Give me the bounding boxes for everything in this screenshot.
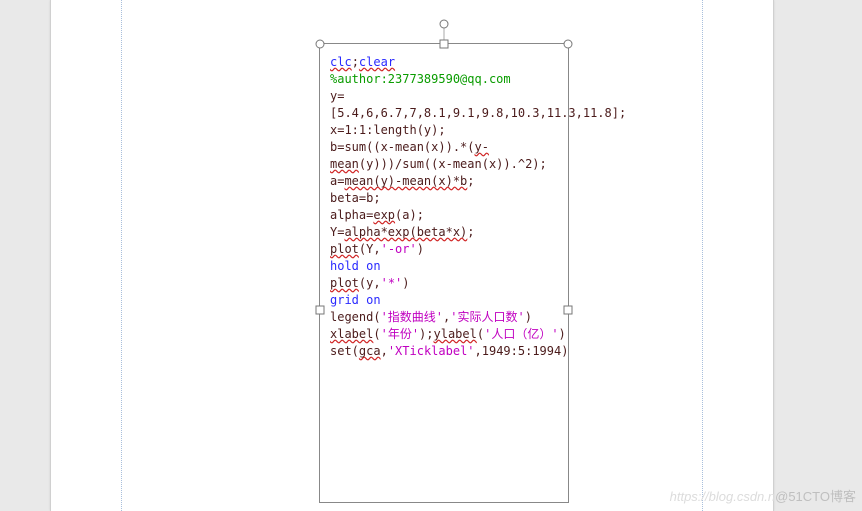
code-line: y= (330, 88, 562, 105)
watermark-text: @51CTO博客 (775, 489, 856, 504)
code-content: clc;clear %author:2377389590@qq.com y= [… (320, 44, 568, 366)
code-line: Y=alpha*exp(beta*x); (330, 224, 562, 241)
watermark-faded: https://blog.csdn.n (670, 489, 776, 504)
rotate-handle[interactable] (440, 20, 449, 29)
resize-handle-e[interactable] (564, 305, 573, 314)
code-line: hold on (330, 258, 562, 275)
code-line: set(gca,'XTicklabel',1949:5:1994) (330, 343, 562, 360)
code-line: grid on (330, 292, 562, 309)
code-textbox[interactable]: clc;clear %author:2377389590@qq.com y= [… (319, 43, 569, 503)
document-page: clc;clear %author:2377389590@qq.com y= [… (50, 0, 774, 511)
code-line: a=mean(y)-mean(x)*b; (330, 173, 562, 190)
code-line: alpha=exp(a); (330, 207, 562, 224)
resize-handle-ne[interactable] (564, 40, 573, 49)
watermark: https://blog.csdn.n@51CTO博客 (670, 486, 856, 505)
resize-handle-nw[interactable] (316, 40, 325, 49)
code-line: legend('指数曲线','实际人口数') (330, 309, 562, 326)
code-line: clc;clear (330, 54, 562, 71)
code-line: xlabel('年份');ylabel('人口（亿）') (330, 326, 562, 343)
code-line: beta=b; (330, 190, 562, 207)
code-line: x=1:1:length(y); (330, 122, 562, 139)
resize-handle-w[interactable] (316, 305, 325, 314)
code-line: b=sum((x-mean(x)).*(y-mean(y)))/sum((x-m… (330, 139, 562, 173)
resize-handle-n[interactable] (440, 40, 449, 49)
code-line: [5.4,6,6.7,7,8.1,9.1,9.8,10.3,11.3,11.8]… (330, 105, 562, 122)
code-line: plot(y,'*') (330, 275, 562, 292)
right-margin-guide (702, 0, 703, 511)
code-line: %author:2377389590@qq.com (330, 71, 562, 88)
left-margin-guide (121, 0, 122, 511)
code-line: plot(Y,'-or') (330, 241, 562, 258)
